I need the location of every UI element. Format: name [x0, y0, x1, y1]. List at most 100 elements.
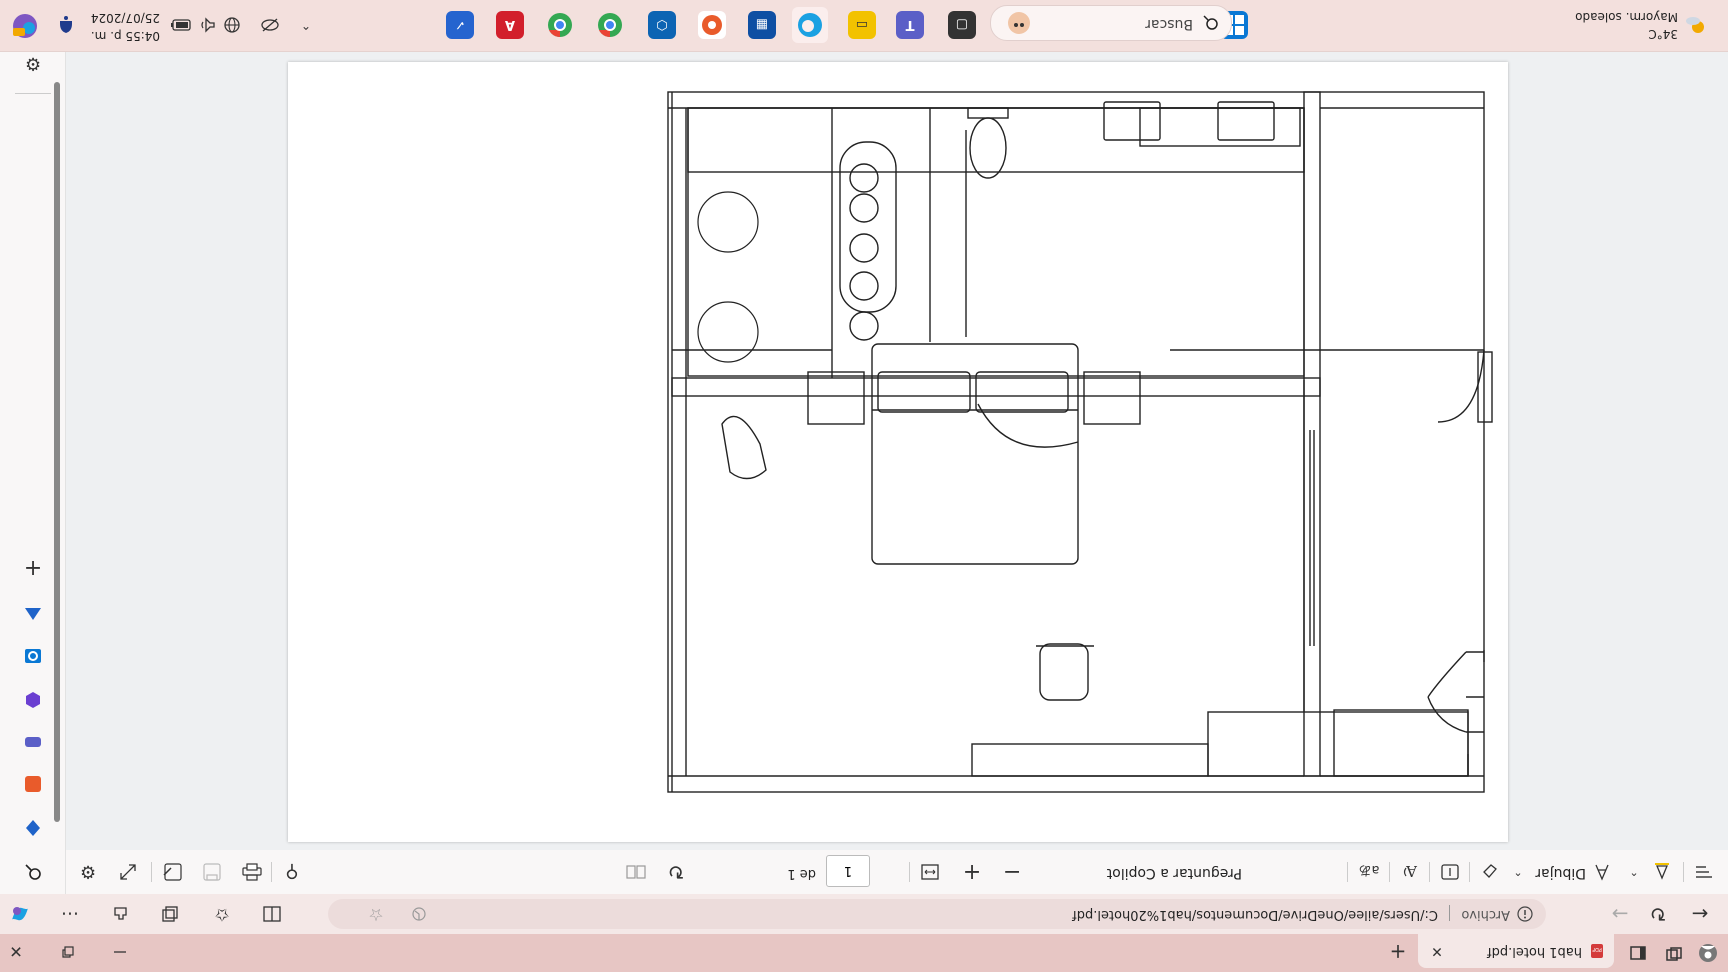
sidebar-search-icon[interactable]	[19, 858, 47, 886]
rotate-icon[interactable]: ↻	[664, 860, 688, 884]
taskbar-search-box[interactable]: Buscar	[990, 5, 1232, 41]
sidebar-copilot-icon[interactable]	[19, 686, 47, 714]
copilot-taskbar-icon[interactable]	[10, 11, 40, 41]
fullscreen-icon[interactable]	[116, 860, 140, 884]
more-options-icon[interactable]: ⋯	[58, 902, 82, 926]
clock-date[interactable]: 25/07/2024	[91, 11, 160, 25]
vertical-tabs-icon[interactable]	[1624, 940, 1652, 966]
sidebar-outlook-icon[interactable]	[19, 642, 47, 670]
tray-expand-icon[interactable]: ⌃	[294, 13, 318, 37]
add-text-icon[interactable]	[1438, 860, 1462, 884]
translate-icon[interactable]: aあ	[1356, 860, 1382, 884]
read-aloud-icon[interactable]: A	[1398, 860, 1422, 884]
favorite-star-icon[interactable]: ☆	[366, 904, 386, 924]
weather-temp: 34°C	[1648, 27, 1678, 41]
chrome-icon[interactable]	[596, 11, 624, 39]
weather-widget[interactable]: 34°C Mayorm. soleado	[1516, 7, 1716, 43]
sidebar-settings-icon[interactable]: ⚙	[19, 50, 47, 78]
restore-icon[interactable]	[56, 940, 80, 964]
split-screen-icon[interactable]	[260, 902, 284, 926]
contents-list-icon[interactable]	[1692, 860, 1716, 884]
workspaces-icon[interactable]	[1660, 940, 1688, 966]
draw-label[interactable]: Dibujar	[1535, 865, 1586, 881]
sidebar-games-icon[interactable]	[19, 728, 47, 756]
page-view-icon[interactable]	[624, 860, 648, 884]
tab-bar: PDF hab1 hotel.pdf ✕ + ✕	[0, 934, 1728, 972]
back-icon[interactable]: ←	[1688, 902, 1712, 926]
search-placeholder: Buscar	[1145, 16, 1193, 32]
url-box[interactable]: Archivo C:/Users/ailee/OneDrive/Document…	[328, 899, 1546, 929]
read-aloud-icon[interactable]	[410, 905, 428, 923]
acrobat-cad-icon[interactable]: A	[496, 11, 524, 39]
fit-to-width-icon[interactable]	[918, 860, 942, 884]
copilot-icon[interactable]	[6, 900, 34, 928]
toolbar-separator	[151, 862, 152, 882]
toolbar-separator	[909, 862, 910, 882]
sidebar-tools-icon[interactable]	[19, 600, 47, 628]
zoom-in-icon[interactable]: +	[960, 860, 984, 885]
save-as-icon[interactable]	[160, 860, 184, 884]
weather-sun-icon	[1684, 13, 1708, 37]
weather-desc: Mayorm. soleado	[1575, 10, 1678, 24]
battery-icon[interactable]	[168, 13, 192, 37]
address-label: Archivo	[1461, 907, 1510, 922]
minimize-icon[interactable]	[108, 940, 132, 964]
toolbar-separator	[1683, 862, 1684, 882]
close-tab-icon[interactable]: ✕	[1428, 942, 1446, 960]
taskbar: 34°C Mayorm. soleado Buscar ▢ T ▭ ▦ ⬡ A …	[0, 0, 1728, 52]
chrome-profile-icon[interactable]	[546, 11, 574, 39]
pdf-file-icon: PDF	[1588, 942, 1606, 960]
toolbar-separator	[1429, 862, 1430, 882]
copilot-ask-label[interactable]: Preguntar a Copilot	[1107, 865, 1242, 881]
highlight-icon[interactable]	[1650, 860, 1674, 884]
info-icon[interactable]	[1516, 905, 1534, 923]
svg-text:PDF: PDF	[1592, 946, 1602, 952]
erase-icon[interactable]	[1478, 860, 1502, 884]
pdf-toolbar: ⌃ Dibujar ⌃ A aあ Preguntar a Copilot − +…	[0, 849, 1728, 894]
battery-saver-icon[interactable]	[258, 13, 282, 37]
edge-icon[interactable]	[792, 7, 828, 43]
refresh-icon[interactable]: ↻	[1646, 902, 1670, 926]
teams-icon[interactable]: T	[896, 11, 924, 39]
profile-icon[interactable]	[1694, 940, 1722, 966]
address-bar: ← ↻ → Archivo C:/Users/ailee/OneDrive/Do…	[0, 893, 1728, 934]
tab-active[interactable]: PDF hab1 hotel.pdf ✕	[1418, 934, 1614, 968]
forward-icon[interactable]: →	[1608, 902, 1632, 926]
search-icon	[1201, 13, 1221, 33]
address-separator	[1449, 905, 1450, 921]
extensions-icon[interactable]	[108, 902, 132, 926]
search-in-pdf-icon[interactable]: ⚲	[280, 860, 304, 884]
terminal-icon[interactable]: ▢	[948, 11, 976, 39]
network-globe-icon[interactable]	[220, 13, 244, 37]
floor-plan-drawing	[667, 91, 1493, 793]
scrollbar[interactable]	[54, 82, 60, 822]
page-number-input[interactable]	[826, 855, 870, 887]
draw-dropdown-icon[interactable]: ⌃	[1508, 860, 1528, 884]
pdf-page	[288, 62, 1508, 842]
clock-time[interactable]: 04:55 p. m.	[91, 29, 160, 43]
pdf-viewport[interactable]	[66, 52, 1728, 850]
address-path[interactable]: C:/Users/ailee/OneDrive/Documentos/hab1%…	[1072, 907, 1438, 922]
sidebar-add-icon[interactable]: +	[19, 554, 47, 582]
save-icon[interactable]	[200, 860, 224, 884]
file-explorer-icon[interactable]: ▭	[848, 11, 876, 39]
highlight-dropdown-icon[interactable]: ⌃	[1624, 860, 1644, 884]
tab-title: hab1 hotel.pdf	[1487, 944, 1582, 959]
volume-icon[interactable]	[194, 13, 218, 37]
sidebar-office-icon[interactable]	[19, 770, 47, 798]
todo-icon[interactable]: ✓	[446, 11, 474, 39]
sidebar-drop-icon[interactable]	[19, 814, 47, 842]
project-icon[interactable]: ⬡	[648, 11, 676, 39]
print-icon[interactable]	[240, 860, 264, 884]
zoom-out-icon[interactable]: −	[1000, 860, 1024, 885]
close-window-icon[interactable]: ✕	[4, 940, 28, 964]
pdf-settings-icon[interactable]: ⚙	[76, 860, 100, 884]
favorites-icon[interactable]: ✩	[210, 902, 234, 926]
draw-icon[interactable]	[1590, 860, 1614, 884]
notification-bell-icon[interactable]	[54, 13, 78, 37]
sidebar-separator	[15, 93, 51, 94]
store-icon[interactable]: ▦	[748, 11, 776, 39]
new-tab-icon[interactable]: +	[1386, 940, 1410, 964]
office-icon[interactable]	[698, 11, 726, 39]
collections-icon[interactable]	[158, 902, 182, 926]
